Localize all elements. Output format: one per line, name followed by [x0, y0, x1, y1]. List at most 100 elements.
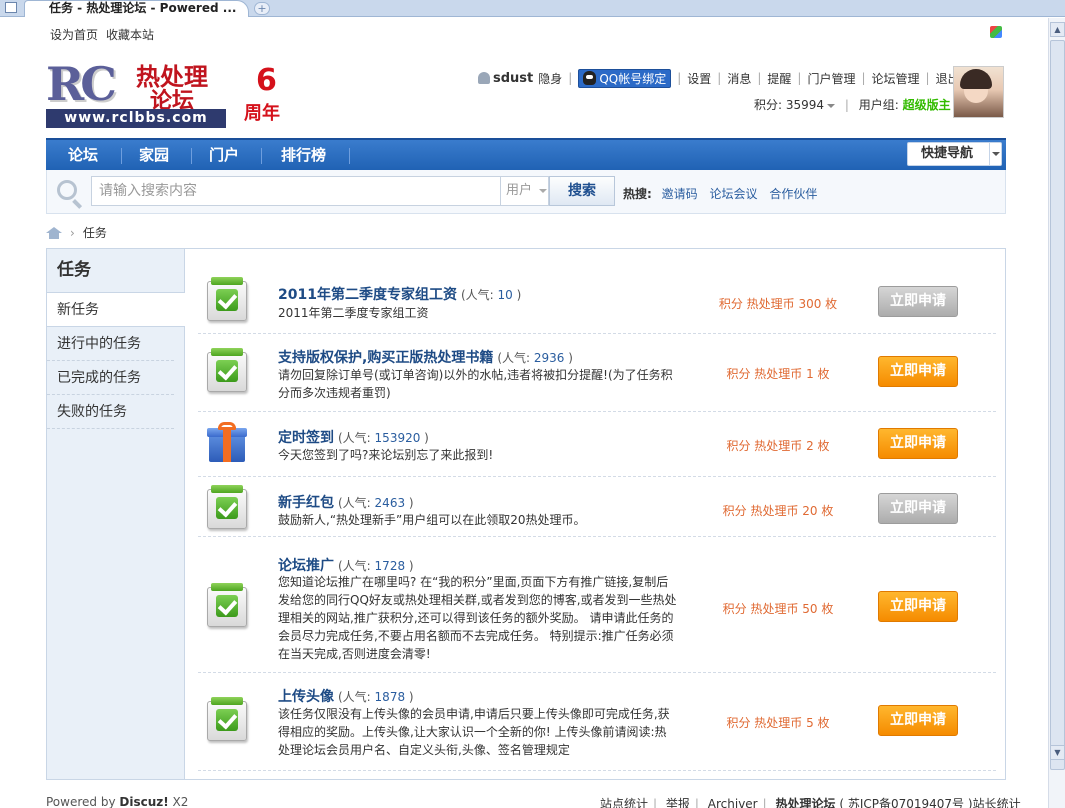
avatar[interactable]: [953, 66, 1004, 118]
quick-nav-button[interactable]: 快捷导航: [907, 142, 1002, 166]
breadcrumb: › 任务: [46, 224, 107, 241]
username-link[interactable]: sdust: [493, 71, 533, 86]
quick-nav-label: 快捷导航: [921, 146, 974, 161]
task-title[interactable]: 论坛推广 (人气: 1728 ): [278, 555, 414, 575]
apply-button[interactable]: 立即申请: [878, 493, 958, 524]
apply-button[interactable]: 立即申请: [878, 591, 958, 622]
logo-letters: RC: [46, 57, 117, 111]
points-label: 积分: 35994: [754, 98, 825, 112]
nav-divider: [261, 148, 262, 164]
footer-links: 站点统计 | 举报 | Archiver | 热处理论坛 ( 苏ICP备0701940…: [600, 795, 1021, 808]
hot-link-forum-meeting[interactable]: 论坛会议: [709, 187, 757, 201]
task-row: 论坛推广 (人气: 1728 ) 您知道论坛推广在哪里吗? 在“我的积分”里面,页…: [198, 537, 996, 673]
scroll-down-icon[interactable]: ▼: [1050, 745, 1065, 760]
nav-forum[interactable]: 论坛: [68, 140, 98, 170]
nav-portal[interactable]: 门户: [209, 140, 239, 170]
notifications-link[interactable]: 提醒: [767, 70, 791, 87]
group-label: 用户组:: [858, 98, 903, 112]
task-description: 您知道论坛推广在哪里吗? 在“我的积分”里面,页面下方有推广链接,复制后发给您的…: [278, 575, 677, 661]
invisible-toggle[interactable]: 隐身: [538, 70, 562, 87]
forum-admin-link[interactable]: 论坛管理: [872, 70, 920, 87]
search-type-select[interactable]: 用户: [500, 176, 549, 206]
sidebar-item-new-tasks[interactable]: 新任务: [47, 293, 185, 327]
home-icon[interactable]: [46, 226, 62, 239]
footer-webmaster-stats[interactable]: 站长统计: [973, 797, 1021, 808]
browser-tabbar: 任务 - 热处理论坛 - Powered ... +: [0, 0, 1065, 17]
search-icon: [57, 180, 77, 200]
clipboard-check-icon: [207, 348, 247, 392]
breadcrumb-current[interactable]: 任务: [83, 224, 107, 241]
user-group-link[interactable]: 超级版主: [903, 98, 951, 112]
style-switch-icon[interactable]: [990, 26, 1002, 38]
footer-icp[interactable]: ( 苏ICP备07019407号 ): [836, 797, 972, 808]
task-description: 请勿回复除订单号(或订单咨询)以外的水帖,违者将被扣分提醒!(为了任务积分而多次…: [278, 368, 673, 400]
points-dropdown[interactable]: 积分: 35994: [754, 98, 836, 112]
vertical-scrollbar[interactable]: ▲ ▼: [1048, 18, 1065, 808]
separator: |: [568, 71, 573, 85]
separator: |: [797, 71, 802, 85]
footer-archiver-link[interactable]: Archiver: [708, 797, 758, 808]
hot-link-invite-code[interactable]: 邀请码: [662, 187, 698, 201]
separator: |: [861, 71, 866, 85]
footer-report-link[interactable]: 举报: [666, 797, 690, 808]
task-title[interactable]: 2011年第二季度专家组工资 (人气: 10 ): [278, 284, 521, 304]
separator: |: [844, 98, 849, 112]
site-logo[interactable]: RC 热处理 论坛 www.rclbbs.com 6 周年: [46, 55, 296, 130]
footer-stats-link[interactable]: 站点统计: [600, 797, 648, 808]
task-row: 支持版权保护,购买正版热处理书籍 (人气: 2936 ) 请勿回复除订单号(或订单…: [198, 334, 996, 412]
task-row: 2011年第二季度专家组工资 (人气: 10 ) 2011年第二季度专家组工资 积…: [198, 269, 996, 334]
scroll-up-icon[interactable]: ▲: [1050, 22, 1065, 37]
new-tab-button[interactable]: +: [254, 2, 270, 15]
qq-bind-button[interactable]: QQ帐号绑定: [578, 68, 672, 88]
sidebar-item-completed[interactable]: 已完成的任务: [47, 361, 174, 395]
task-reward: 积分 热处理币 50 枚: [722, 602, 834, 616]
task-sidebar: 任务 新任务 进行中的任务 已完成的任务 失败的任务: [47, 249, 185, 779]
browser-tab[interactable]: 任务 - 热处理论坛 - Powered ...: [24, 0, 249, 17]
search-input[interactable]: [91, 176, 501, 206]
sidebar-item-in-progress[interactable]: 进行中的任务: [47, 327, 174, 361]
apply-button[interactable]: 立即申请: [878, 356, 958, 387]
search-button[interactable]: 搜索: [549, 176, 615, 206]
breadcrumb-separator: ›: [70, 225, 75, 240]
task-title[interactable]: 上传头像 (人气: 1878 ): [278, 686, 414, 706]
sidebar-item-failed[interactable]: 失败的任务: [47, 395, 174, 429]
hot-label: 热搜:: [623, 187, 652, 201]
apply-button[interactable]: 立即申请: [878, 428, 958, 459]
user-stats: 积分: 35994 | 用户组: 超级版主: [754, 96, 951, 113]
nav-divider: [191, 148, 192, 164]
settings-link[interactable]: 设置: [687, 70, 711, 87]
footer-site-name[interactable]: 热处理论坛: [776, 797, 836, 808]
task-row: 上传头像 (人气: 1878 ) 该任务仅限没有上传头像的会员申请,申请后只要上传…: [198, 673, 996, 771]
task-title[interactable]: 支持版权保护,购买正版热处理书籍 (人气: 2936 ): [278, 347, 573, 367]
apply-button[interactable]: 立即申请: [878, 705, 958, 736]
scroll-thumb[interactable]: [1050, 40, 1065, 770]
footer-powered: Powered by Discuz! X2: [46, 795, 189, 808]
nav-ranking[interactable]: 排行榜: [281, 140, 326, 170]
task-reward: 积分 热处理币 20 枚: [722, 504, 834, 518]
task-title[interactable]: 新手红包 (人气: 2463 ): [278, 492, 414, 512]
search-type-label: 用户: [506, 183, 533, 198]
hot-link-partners[interactable]: 合作伙伴: [769, 187, 817, 201]
task-row: 新手红包 (人气: 2463 ) 鼓励新人,“热处理新手”用户组可以在此领取20热…: [198, 477, 996, 537]
chevron-down-icon: [989, 143, 1001, 165]
portal-admin-link[interactable]: 门户管理: [807, 70, 855, 87]
nav-home[interactable]: 家园: [139, 140, 169, 170]
anniversary-number: 6: [256, 63, 277, 98]
clipboard-check-icon: [207, 485, 247, 529]
set-home-link[interactable]: 设为首页: [50, 28, 98, 42]
messages-link[interactable]: 消息: [727, 70, 751, 87]
discuz-link[interactable]: Discuz!: [119, 795, 168, 808]
anniversary-unit: 周年: [244, 103, 280, 124]
browser-menu-icon[interactable]: [5, 2, 17, 13]
apply-button[interactable]: 立即申请: [878, 286, 958, 317]
task-title[interactable]: 定时签到 (人气: 153920 ): [278, 427, 429, 447]
task-row: 定时签到 (人气: 153920 ) 今天您签到了吗?来论坛别忘了来此报到! 积分…: [198, 412, 996, 477]
main-nav: 论坛 家园 门户 排行榜: [46, 138, 1006, 170]
search-bar: 用户 搜索 热搜: 邀请码 论坛会议 合作伙伴: [46, 170, 1006, 214]
sidebar-title: 任务: [47, 249, 184, 293]
separator: |: [757, 71, 762, 85]
bookmark-link[interactable]: 收藏本站: [106, 28, 154, 42]
clipboard-check-icon: [207, 277, 247, 321]
nav-divider: [121, 148, 122, 164]
clipboard-check-icon: [207, 697, 247, 741]
